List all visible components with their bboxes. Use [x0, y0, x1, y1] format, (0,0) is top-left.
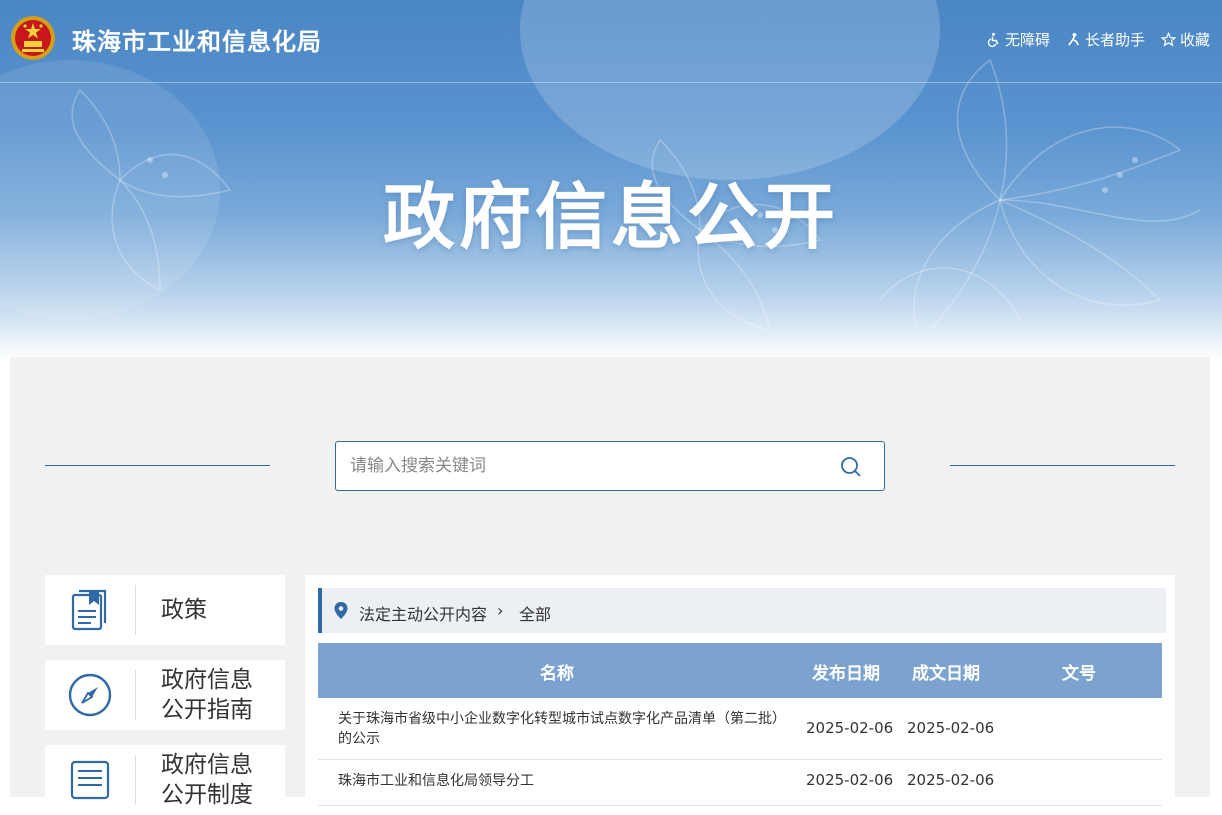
- row-title-link[interactable]: 关于珠海市省级中小企业数字化转型城市试点数字化产品清单（第二批）的公示: [338, 709, 783, 749]
- row-publish-date: 2025-02-06: [806, 719, 894, 737]
- row-doc-date: 2025-02-06: [907, 771, 995, 789]
- table-header: 名称 发布日期 成文日期 文号: [318, 643, 1162, 698]
- content-area: 政策 政府信息 公开指南 政府信息 公开制度 法定主动公开内容: [10, 357, 1210, 815]
- compass-icon: [68, 673, 112, 717]
- row-doc-date: 2025-02-06: [907, 719, 995, 737]
- breadcrumb: 法定主动公开内容 › 全部: [318, 588, 1166, 633]
- sidebar-item-label: 政府信息: [161, 752, 253, 778]
- column-header-doc-date: 成文日期: [912, 664, 980, 684]
- table-row: 珠海市工业和信息化局领导分工 2025-02-06 2025-02-06: [318, 760, 1162, 806]
- star-icon: [1160, 32, 1176, 47]
- sidebar-item-disclosure-system[interactable]: 政府信息 公开制度: [45, 745, 285, 815]
- row-title-link[interactable]: 珠海市工业和信息化局领导分工: [338, 771, 783, 791]
- divider-line: [45, 465, 270, 466]
- chevron-right-icon: ›: [497, 601, 504, 620]
- favorite-label: 收藏: [1179, 31, 1210, 49]
- favorite-link[interactable]: 收藏: [1160, 29, 1210, 50]
- row-publish-date: 2025-02-06: [806, 771, 894, 789]
- site-title[interactable]: 珠海市工业和信息化局: [72, 22, 322, 57]
- column-header-name: 名称: [540, 664, 574, 684]
- sidebar-item-label: 政府信息: [161, 667, 253, 693]
- hero-title: 政府信息公开: [382, 175, 839, 259]
- sidebar-item-label: 政策: [161, 597, 207, 623]
- search-icon[interactable]: [840, 456, 862, 478]
- sidebar-item-policy[interactable]: 政策: [45, 575, 285, 645]
- national-emblem-icon: [11, 16, 55, 60]
- accessibility-icon: [987, 32, 999, 47]
- elderly-icon: [1068, 32, 1079, 46]
- sidebar-item-disclosure-guide[interactable]: 政府信息 公开指南: [45, 660, 285, 730]
- breadcrumb-item[interactable]: 法定主动公开内容: [359, 601, 487, 625]
- list-icon: [70, 760, 110, 800]
- column-header-doc-no: 文号: [1062, 664, 1096, 684]
- sidebar-separator: [135, 585, 136, 635]
- elderly-helper-link[interactable]: 长者助手: [1066, 29, 1145, 50]
- table-row: 关于珠海市省级中小企业数字化转型城市试点数字化产品清单（第二批）的公示 2025…: [318, 698, 1162, 760]
- divider-line: [950, 465, 1175, 466]
- search-input[interactable]: [350, 442, 820, 490]
- top-bar: 珠海市工业和信息化局 无障碍 长者助手 收藏: [0, 0, 1222, 83]
- sidebar-separator: [135, 670, 136, 720]
- location-pin-icon: [334, 602, 348, 619]
- top-links: 无障碍 长者助手 收藏: [986, 29, 1210, 50]
- column-header-publish-date: 发布日期: [812, 664, 880, 684]
- accessibility-label: 无障碍: [1004, 31, 1050, 49]
- accessibility-link[interactable]: 无障碍: [986, 29, 1050, 50]
- banner: 珠海市工业和信息化局 无障碍 长者助手 收藏 政府信息公开: [0, 0, 1222, 360]
- sidebar-item-label: 公开指南: [161, 697, 253, 723]
- document-icon: [71, 589, 107, 631]
- sidebar-separator: [135, 755, 136, 805]
- breadcrumb-item[interactable]: 全部: [519, 601, 551, 625]
- search-box: [335, 441, 885, 491]
- content-panel: 法定主动公开内容 › 全部 名称 发布日期 成文日期 文号 关于珠海市省级中小企…: [305, 575, 1175, 806]
- elderly-helper-label: 长者助手: [1084, 31, 1145, 49]
